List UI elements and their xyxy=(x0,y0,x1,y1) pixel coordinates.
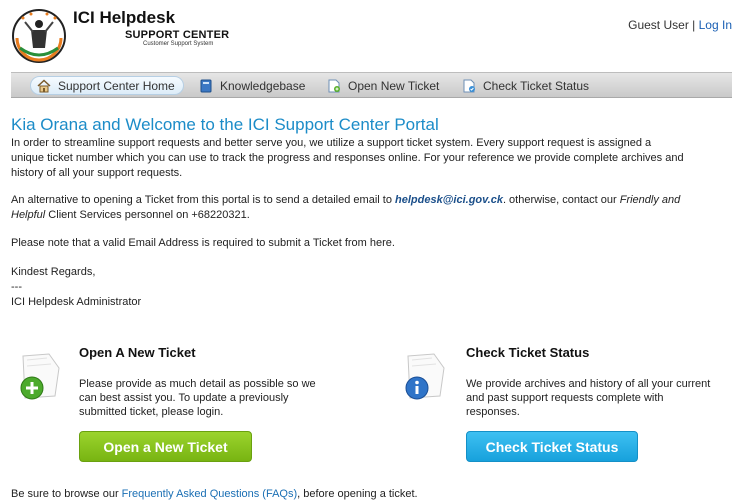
description-line: We provide archives and history of all y… xyxy=(466,378,711,390)
open-new-ticket-button[interactable]: Open a New Ticket xyxy=(79,431,252,462)
helpdesk-email: helpdesk@ici.gov.ck xyxy=(395,194,503,206)
check-status-description: We provide archives and history of all y… xyxy=(466,377,710,419)
book-icon xyxy=(200,79,212,92)
faq-text: , before opening a ticket. xyxy=(297,488,418,500)
signoff: Kindest Regards, --- ICI Helpdesk Admini… xyxy=(11,265,731,310)
faq-text: Be sure to browse our xyxy=(11,488,122,500)
faq-note: Be sure to browse our Frequently Asked Q… xyxy=(11,488,418,500)
new-ticket-icon xyxy=(328,79,340,92)
description-line: submitted ticket, please login. xyxy=(79,406,224,418)
header: ICI Helpdesk SUPPORT CENTER Customer Sup… xyxy=(0,0,738,68)
alternative-paragraph: An alternative to opening a Ticket from … xyxy=(11,193,731,223)
faq-link[interactable]: Frequently Asked Questions (FAQs) xyxy=(122,488,297,500)
intro-line: In order to streamline support requests … xyxy=(11,137,652,149)
brand-title: ICI Helpdesk xyxy=(73,8,176,27)
alt-text-italic: Helpful xyxy=(11,209,46,221)
nav-label: Open New Ticket xyxy=(348,78,440,93)
user-separator: | xyxy=(692,18,696,32)
description-line: responses. xyxy=(466,406,520,418)
ticket-status-document-icon xyxy=(405,353,445,400)
regards-text: Kindest Regards, xyxy=(11,266,96,278)
check-status-title: Check Ticket Status xyxy=(466,345,590,360)
ticket-status-icon xyxy=(463,79,475,92)
open-ticket-description: Please provide as much detail as possibl… xyxy=(79,377,316,419)
home-icon xyxy=(37,78,51,92)
nav-item-support-center-home[interactable]: Support Center Home xyxy=(30,76,184,95)
brand-subtitle: SUPPORT CENTER xyxy=(125,29,230,41)
alt-text: Client Services personnel on +68220321. xyxy=(45,209,250,221)
new-ticket-document-icon xyxy=(20,353,60,400)
alt-text: An alternative to opening a Ticket from … xyxy=(11,194,395,206)
main-nav: Support Center Home Knowledgebase Open N… xyxy=(11,72,732,98)
email-note: Please note that a valid Email Address i… xyxy=(11,237,395,249)
page-title: Kia Orana and Welcome to the ICI Support… xyxy=(11,115,439,134)
alt-text-italic: Friendly and xyxy=(619,194,681,206)
dashes-text: --- xyxy=(11,281,22,293)
nav-item-knowledgebase[interactable]: Knowledgebase xyxy=(199,76,305,95)
nav-item-open-new-ticket[interactable]: Open New Ticket xyxy=(327,76,439,95)
signature-text: ICI Helpdesk Administrator xyxy=(11,296,142,308)
description-line: can best assist you. To update a previou… xyxy=(79,392,289,404)
nav-label: Support Center Home xyxy=(58,78,175,93)
user-box: Guest User | Log In xyxy=(628,18,732,32)
alt-text: . otherwise, contact our xyxy=(502,194,620,206)
nav-label: Check Ticket Status xyxy=(483,78,590,93)
intro-line: unique ticket number which you can use t… xyxy=(11,152,684,164)
guest-user-label: Guest User xyxy=(628,18,689,32)
intro-paragraph: In order to streamline support requests … xyxy=(11,136,731,181)
description-line: Please provide as much detail as possibl… xyxy=(79,378,316,390)
nav-item-check-ticket-status[interactable]: Check Ticket Status xyxy=(462,76,589,95)
ici-logo-icon[interactable] xyxy=(11,8,67,64)
intro-line: history of all your support requests. xyxy=(11,167,183,179)
login-link[interactable]: Log In xyxy=(699,18,732,32)
check-ticket-status-button[interactable]: Check Ticket Status xyxy=(466,431,638,462)
description-line: and past support requests complete with xyxy=(466,392,664,404)
brand-tagline: Customer Support System xyxy=(143,41,214,47)
nav-label: Knowledgebase xyxy=(220,78,306,93)
open-ticket-title: Open A New Ticket xyxy=(79,345,196,360)
